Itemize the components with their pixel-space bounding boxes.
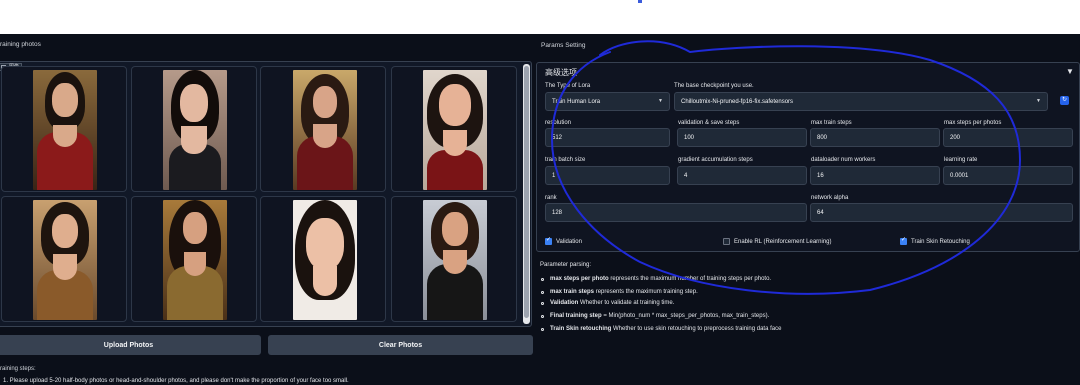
enable-rl-checkbox-label: Enable RL (Reinforcement Learning) — [734, 238, 832, 245]
rank-input[interactable]: 128 — [545, 203, 807, 222]
gallery-thumbnail[interactable] — [1, 196, 127, 322]
checkbox-checked-icon[interactable] — [545, 236, 552, 245]
photo-image — [163, 200, 227, 320]
dataloader-workers-label: dataloader num workers — [811, 157, 876, 163]
gallery-thumbnail[interactable] — [1, 66, 127, 192]
training-steps-label: raining steps: — [0, 366, 36, 372]
upload-photos-button[interactable]: Upload Photos — [0, 335, 261, 355]
checkpoint-dropdown[interactable]: Chilloutmix-Ni-pruned-fp16-fix.safetenso… — [674, 92, 1048, 111]
training-steps-text-value: Please upload 5-20 half-body photos or h… — [9, 378, 349, 384]
parsing-item: Train Skin retouching Whether to use ski… — [541, 326, 781, 332]
gallery-thumbnail[interactable] — [131, 66, 257, 192]
skin-retouching-checkbox-label: Train Skin Retouching — [911, 238, 970, 245]
params-setting-label: Params Setting — [541, 42, 586, 49]
bullet-icon — [541, 277, 544, 281]
max-steps-per-photos-label: max steps per photos — [944, 120, 1002, 126]
gallery-scrollbar[interactable] — [523, 64, 530, 324]
photo-image — [33, 70, 97, 190]
parsing-item-text: Whether to validate at training time. — [578, 300, 675, 306]
parsing-item-term: max steps per photo — [550, 276, 609, 282]
refresh-icon[interactable]: ↻ — [1060, 96, 1069, 105]
lora-type-dropdown[interactable]: Train Human Lora ▼ — [545, 92, 670, 111]
advanced-options-title[interactable]: 高级选项 — [545, 67, 577, 78]
validation-checkbox-label: Validation — [556, 238, 582, 245]
checkbox-checked-icon[interactable] — [900, 236, 907, 245]
gallery-thumbnail[interactable] — [131, 196, 257, 322]
lora-type-value: Train Human Lora — [552, 98, 601, 105]
parameter-parsing-label: Parameter parsing: — [540, 262, 592, 268]
parsing-item: max steps per photo represents the maxim… — [541, 276, 771, 282]
photo-image — [163, 70, 227, 190]
dataloader-workers-input[interactable]: 16 — [810, 166, 940, 185]
parsing-item-text: = Min(photo_num * max_steps_per_photos, … — [601, 313, 770, 319]
app-body: raining photos 图像 — [0, 34, 1080, 385]
enable-rl-checkbox[interactable]: Enable RL (Reinforcement Learning) — [723, 238, 832, 245]
parsing-item-term: Validation — [550, 300, 579, 306]
photo-image — [423, 70, 487, 190]
training-photos-label: raining photos — [0, 41, 41, 48]
lora-type-label: The Type of Lora — [545, 83, 591, 89]
scrollbar-thumb[interactable] — [524, 66, 529, 318]
parsing-item-term: Final training step — [550, 313, 602, 319]
chevron-down-icon: ▼ — [1036, 98, 1041, 104]
top-mark — [638, 0, 642, 3]
triangle-down-icon[interactable]: ▼ — [1066, 67, 1074, 76]
checkpoint-label: The base checkpoint you use. — [674, 83, 754, 89]
bullet-icon — [541, 290, 544, 294]
rank-label: rank — [545, 195, 557, 201]
validation-checkbox[interactable]: Validation — [545, 236, 582, 245]
resolution-label: resolution — [545, 120, 572, 126]
train-batch-size-input[interactable]: 1 — [545, 166, 670, 185]
resolution-input[interactable]: 512 — [545, 128, 670, 147]
photo-image — [33, 200, 97, 320]
parsing-item: Final training step = Min(photo_num * ma… — [541, 313, 769, 319]
network-alpha-input[interactable]: 64 — [810, 203, 1073, 222]
parsing-item-text: represents the maximum training step. — [594, 289, 698, 295]
gallery-thumbnail[interactable] — [260, 66, 386, 192]
learning-rate-label: learning rate — [944, 157, 978, 163]
learning-rate-input[interactable]: 0.0001 — [943, 166, 1073, 185]
parsing-item: Validation Whether to validate at traini… — [541, 300, 674, 306]
parsing-item-text: Whether to use skin retouching to prepro… — [611, 326, 782, 332]
max-train-steps-input[interactable]: 800 — [810, 128, 940, 147]
gallery-thumbnail[interactable] — [260, 196, 386, 322]
max-steps-per-photos-input[interactable]: 200 — [943, 128, 1073, 147]
checkbox-unchecked-icon[interactable] — [723, 238, 730, 245]
gallery-thumbnail[interactable] — [391, 196, 517, 322]
grad-accum-steps-input[interactable]: 4 — [677, 166, 807, 185]
skin-retouching-checkbox[interactable]: Train Skin Retouching — [900, 236, 970, 245]
chevron-down-icon: ▼ — [658, 98, 663, 104]
validation-save-steps-input[interactable]: 100 — [677, 128, 807, 147]
photo-image — [293, 70, 357, 190]
bullet-icon — [541, 327, 544, 331]
photo-image — [423, 200, 487, 320]
validation-save-steps-label: validation & save steps — [678, 120, 740, 126]
parsing-item-term: max train steps — [550, 289, 595, 295]
parsing-item-text: represents the maximum number of trainin… — [608, 276, 772, 282]
network-alpha-label: network alpha — [811, 195, 849, 201]
browser-top-area — [0, 0, 1080, 34]
bullet-icon — [541, 314, 544, 318]
advanced-options-panel — [536, 62, 1080, 252]
bullet-icon — [541, 301, 544, 305]
checkpoint-value: Chilloutmix-Ni-pruned-fp16-fix.safetenso… — [681, 98, 794, 105]
parsing-item-term: Train Skin retouching — [550, 326, 612, 332]
photo-image — [293, 200, 357, 320]
max-train-steps-label: max train steps — [811, 120, 852, 126]
clear-photos-button[interactable]: Clear Photos — [268, 335, 533, 355]
parsing-item: max train steps represents the maximum t… — [541, 289, 698, 295]
grad-accum-steps-label: gradient accumulation steps — [678, 157, 753, 163]
training-steps-text: 1. Please upload 5-20 half-body photos o… — [3, 378, 349, 384]
gallery-thumbnail[interactable] — [391, 66, 517, 192]
train-batch-size-label: train batch size — [545, 157, 586, 163]
